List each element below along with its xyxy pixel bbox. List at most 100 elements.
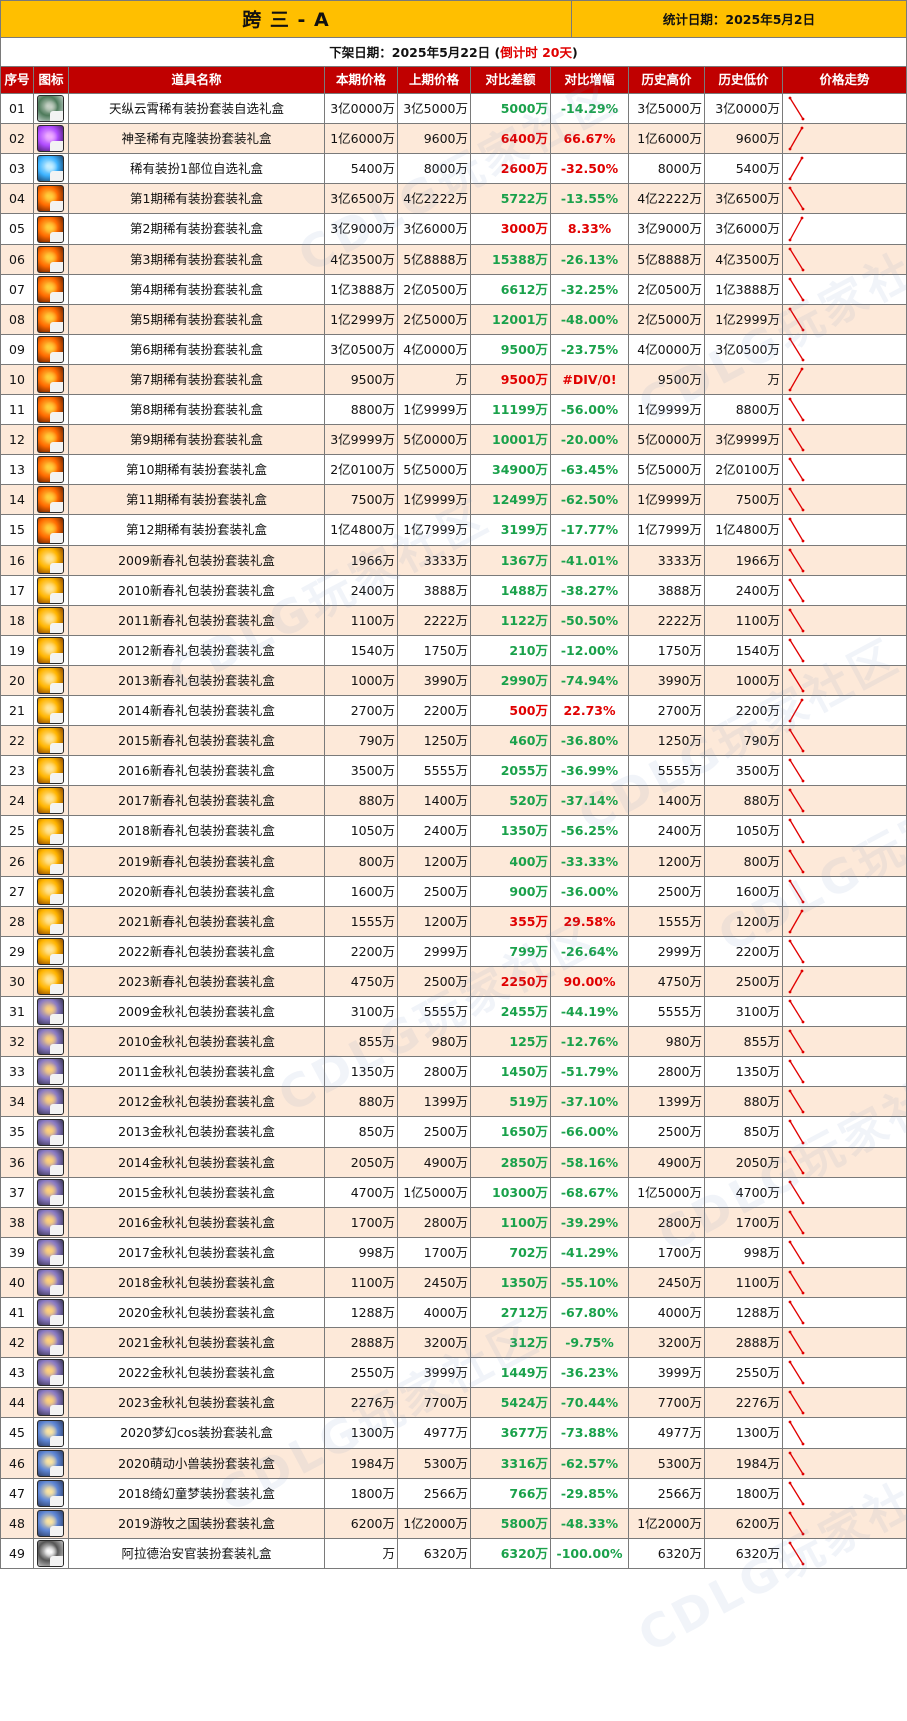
trend-point	[801, 539, 805, 543]
price-difference: 12001万	[470, 304, 551, 335]
price-difference: 6612万	[470, 274, 551, 305]
trend-point	[801, 1411, 805, 1415]
row-index: 34	[0, 1086, 34, 1117]
history-low: 8800万	[704, 394, 783, 425]
row-index: 07	[0, 274, 34, 305]
trend-cell	[782, 1116, 907, 1148]
item-name: 2016新春礼包装扮套装礼盒	[68, 755, 325, 786]
trade-tag	[50, 924, 63, 934]
trend-down-line	[788, 1270, 805, 1295]
history-high: 4亿0000万	[628, 334, 705, 365]
row-index: 21	[0, 695, 34, 726]
trade-tag	[50, 593, 63, 603]
trade-tag	[50, 1315, 63, 1325]
header-col-diff: 对比差额	[470, 66, 551, 94]
row-index: 36	[0, 1147, 34, 1178]
price-change-percent: -63.45%	[550, 454, 629, 485]
price-difference: 312万	[470, 1327, 551, 1358]
price-difference: 125万	[470, 1026, 551, 1057]
previous-price: 1750万	[397, 635, 471, 666]
price-difference: 6400万	[470, 123, 551, 154]
row-index: 10	[0, 364, 34, 395]
trade-tag	[50, 111, 63, 121]
row-index: 44	[0, 1387, 34, 1418]
history-low: 1050万	[704, 815, 783, 847]
price-change-percent: -37.10%	[550, 1086, 629, 1117]
history-high: 5亿8888万	[628, 244, 705, 275]
row-index: 38	[0, 1207, 34, 1238]
gold-bag-icon	[37, 727, 64, 754]
history-low: 850万	[704, 1116, 783, 1148]
history-low: 2200万	[704, 936, 783, 967]
item-name: 2019新春礼包装扮套装礼盒	[68, 846, 325, 877]
item-icon-cell	[33, 665, 69, 696]
trend-cell	[782, 1538, 907, 1569]
trend-point	[801, 659, 805, 663]
previous-price: 1200万	[397, 906, 471, 937]
current-price: 1亿6000万	[324, 123, 398, 154]
history-low: 3500万	[704, 755, 783, 786]
price-change-percent: -44.19%	[550, 996, 629, 1027]
trend-cell	[782, 1026, 907, 1057]
trade-tag	[50, 502, 63, 512]
price-difference: 1350万	[470, 815, 551, 847]
price-change-percent: -33.33%	[550, 846, 629, 877]
item-name: 阿拉德治安官装扮套装礼盒	[68, 1538, 325, 1569]
trend-up-line	[788, 216, 804, 242]
item-name: 第8期稀有装扮套装礼盒	[68, 394, 325, 425]
item-name: 2022金秋礼包装扮套装礼盒	[68, 1357, 325, 1388]
price-difference: 2250万	[470, 966, 551, 997]
row-index: 40	[0, 1267, 34, 1298]
previous-price: 1亿9999万	[397, 484, 471, 515]
trend-point	[788, 1029, 792, 1033]
trade-tag	[50, 1014, 63, 1024]
price-difference: 1488万	[470, 575, 551, 606]
current-price: 1288万	[324, 1297, 398, 1328]
history-high: 2亿5000万	[628, 304, 705, 335]
item-icon-cell	[33, 394, 69, 425]
trend-down-line	[788, 1451, 805, 1476]
trend-cell	[782, 1508, 907, 1539]
trend-up-line	[788, 156, 804, 181]
history-low: 1288万	[704, 1297, 783, 1328]
history-low: 7500万	[704, 484, 783, 515]
gold-bag-icon	[37, 968, 64, 995]
price-change-percent: 66.67%	[550, 123, 629, 154]
previous-price: 2450万	[397, 1267, 471, 1298]
trend-cell	[782, 454, 907, 485]
history-low: 6200万	[704, 1508, 783, 1539]
trade-tag	[50, 653, 63, 663]
trend-cell	[782, 996, 907, 1027]
previous-price: 3200万	[397, 1327, 471, 1358]
trade-tag	[50, 954, 63, 964]
current-price: 1700万	[324, 1207, 398, 1238]
trade-tag	[50, 1255, 63, 1265]
history-high: 8000万	[628, 153, 705, 184]
trend-point	[801, 478, 805, 482]
price-change-percent: -48.00%	[550, 304, 629, 335]
history-low: 1100万	[704, 1267, 783, 1298]
item-name: 2015新春礼包装扮套装礼盒	[68, 725, 325, 756]
history-high: 1亿9999万	[628, 394, 705, 425]
price-change-percent: -17.77%	[550, 514, 629, 546]
price-difference: 2455万	[470, 996, 551, 1027]
history-low: 1000万	[704, 665, 783, 696]
previous-price: 2亿0500万	[397, 274, 471, 305]
price-change-percent: -23.75%	[550, 334, 629, 365]
gold-bag-icon	[37, 607, 64, 634]
current-price: 3亿6500万	[324, 183, 398, 214]
trend-down-line	[788, 999, 805, 1024]
previous-price: 1700万	[397, 1237, 471, 1268]
previous-price: 1亿9999万	[397, 394, 471, 425]
trend-point	[800, 216, 804, 220]
trend-down-line	[788, 548, 805, 573]
previous-price: 2800万	[397, 1056, 471, 1087]
trend-point	[788, 177, 792, 181]
trend-down-line	[788, 1180, 805, 1205]
row-index: 25	[0, 815, 34, 847]
current-price: 5400万	[324, 153, 398, 184]
trend-point	[788, 638, 792, 642]
autumn-2015-icon	[37, 1179, 64, 1206]
trend-point	[788, 1150, 792, 1154]
price-difference: 900万	[470, 876, 551, 907]
